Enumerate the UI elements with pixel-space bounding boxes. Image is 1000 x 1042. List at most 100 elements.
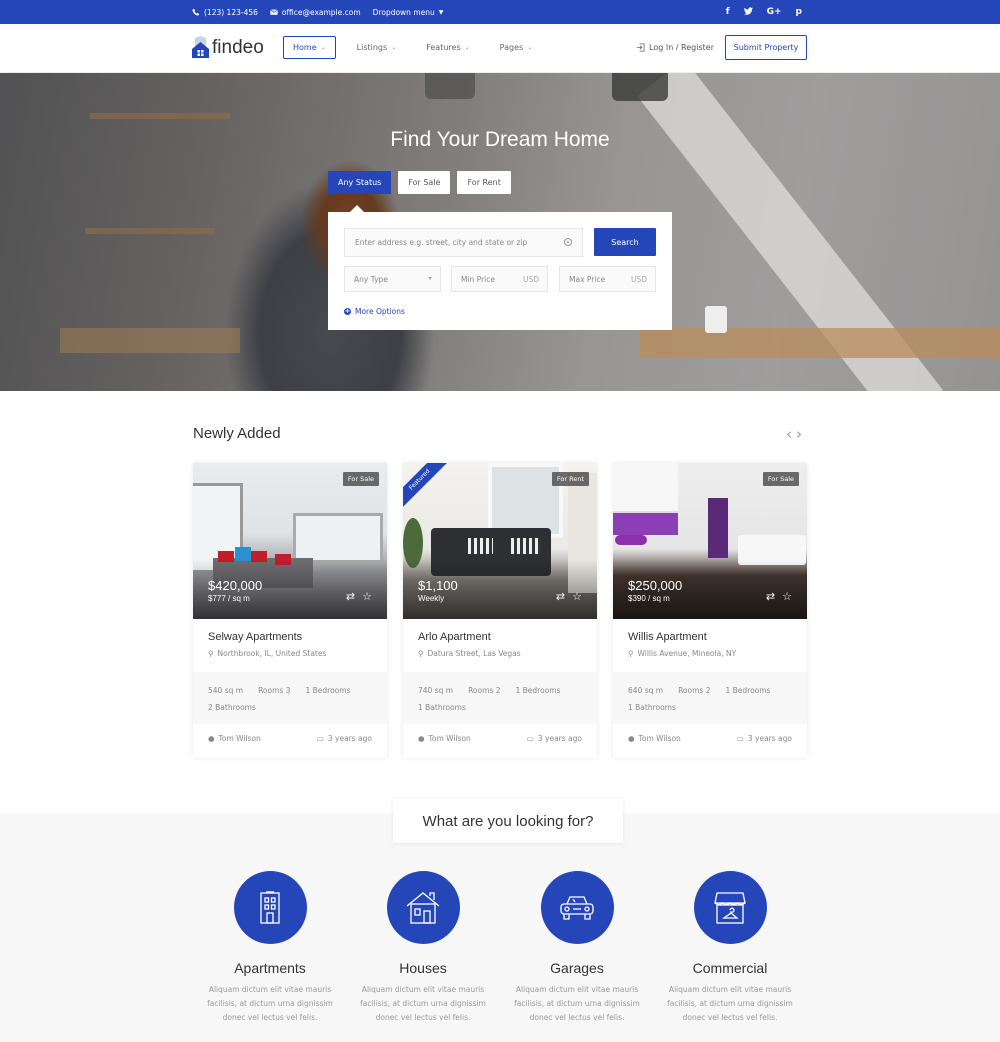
facebook-icon[interactable]: f: [726, 7, 730, 17]
pinterest-icon[interactable]: p: [796, 7, 802, 17]
compare-icon[interactable]: ⇄: [346, 590, 355, 603]
search-button[interactable]: Search: [594, 228, 656, 256]
listing-name[interactable]: Selway Apartments: [208, 631, 302, 643]
listing-agent[interactable]: ● Tom Wilson: [628, 734, 681, 743]
listing-date: ▭ 3 years ago: [316, 734, 372, 743]
chevron-down-icon: ⌄: [464, 44, 470, 51]
star-icon[interactable]: ☆: [362, 590, 372, 603]
locate-icon[interactable]: [564, 238, 572, 246]
user-icon: ●: [628, 734, 635, 743]
nav-item-features[interactable]: Features ⌄: [417, 36, 478, 59]
chevron-down-icon: ⌄: [391, 44, 397, 51]
address-input[interactable]: Enter address e.g. street, city and stat…: [344, 228, 583, 257]
category-circle[interactable]: [693, 871, 767, 944]
google-plus-icon[interactable]: G+: [767, 7, 782, 17]
listing-photo[interactable]: For Sale $420,000 $777 / sq m ⇄ ☆: [193, 463, 387, 619]
spec-rooms: Rooms 3: [258, 686, 291, 695]
max-price-input[interactable]: Max Price USD: [559, 266, 656, 292]
map-marker-icon: ⚲: [208, 649, 214, 658]
hero-bg-shelf: [90, 113, 230, 119]
plus-circle-icon: +: [344, 307, 351, 315]
sign-in-icon: [636, 43, 645, 52]
spec-bedrooms: 1 Bedrooms: [725, 686, 771, 695]
status-badge: For Rent: [551, 472, 589, 486]
email-contact[interactable]: office@example.com: [270, 8, 361, 17]
listing-location: ⚲ Northbrook, IL, United States: [208, 649, 327, 658]
min-price-input[interactable]: Min Price USD: [451, 266, 548, 292]
carousel-nav: ‹ ›: [786, 425, 802, 443]
spec-area: 540 sq m: [208, 686, 244, 695]
map-marker-icon: ⚲: [628, 649, 634, 658]
panel-pointer: [350, 205, 364, 212]
listing-card[interactable]: For Sale $250,000 $390 / sq m ⇄ ☆ Willis…: [613, 463, 807, 758]
listing-location: ⚲ Willis Avenue, Mineola, NY: [628, 649, 737, 658]
listing-price-sub: $777 / sq m: [208, 594, 250, 603]
more-options-link[interactable]: + More Options: [344, 307, 405, 316]
listing-price-sub: $390 / sq m: [628, 594, 670, 603]
listing-specs: 640 sq m Rooms 2 1 Bedrooms 1 Bathrooms: [613, 672, 807, 724]
main-nav: Home ⌄ Listings ⌄ Features ⌄ Pages ⌄: [283, 36, 553, 59]
nav-item-home[interactable]: Home ⌄: [283, 36, 336, 59]
listing-date: ▭ 3 years ago: [526, 734, 582, 743]
listing-price-sub: Weekly: [418, 594, 445, 603]
listing-agent[interactable]: ● Tom Wilson: [418, 734, 471, 743]
category-circle[interactable]: [233, 871, 307, 944]
tab-any-status[interactable]: Any Status: [328, 171, 392, 194]
calendar-icon: ▭: [736, 734, 744, 743]
compare-icon[interactable]: ⇄: [766, 590, 775, 603]
logo[interactable]: findeo: [192, 36, 264, 58]
logo-text: findeo: [212, 37, 264, 58]
status-badge: For Sale: [762, 472, 799, 486]
twitter-icon[interactable]: [743, 6, 753, 18]
listing-card[interactable]: For Sale $420,000 $777 / sq m ⇄ ☆ Selway…: [193, 463, 387, 758]
category-desc: Aliquam dictum elit vitae mauris facilis…: [514, 985, 640, 1022]
listing-agent[interactable]: ● Tom Wilson: [208, 734, 261, 743]
hero-bg-shelf: [85, 228, 215, 234]
star-icon[interactable]: ☆: [782, 590, 792, 603]
status-badge: For Sale: [342, 472, 379, 486]
dropdown-menu[interactable]: Dropdown menu ▼: [373, 8, 444, 17]
calendar-icon: ▭: [316, 734, 324, 743]
house-logo-icon: [192, 36, 209, 58]
star-icon[interactable]: ☆: [572, 590, 582, 603]
listing-name[interactable]: Arlo Apartment: [418, 631, 491, 643]
hero-bg-counter: [640, 328, 1000, 358]
status-tabs: Any Status For Sale For Rent: [328, 171, 511, 194]
category-apartments[interactable]: Apartments Aliquam dictum elit vitae mau…: [195, 871, 345, 1025]
looking-for-section: [0, 813, 1000, 1042]
category-title: Garages: [550, 960, 604, 976]
listing-name[interactable]: Willis Apartment: [628, 631, 707, 643]
category-circle[interactable]: [386, 871, 460, 944]
category-garages[interactable]: Garages Aliquam dictum elit vitae mauris…: [502, 871, 652, 1025]
chevron-down-icon: ⌄: [320, 44, 326, 51]
listing-photo[interactable]: Featured For Rent $1,100 Weekly ⇄ ☆: [403, 463, 597, 619]
compare-icon[interactable]: ⇄: [556, 590, 565, 603]
phone-contact[interactable]: (123) 123-456: [192, 8, 258, 17]
listing-date: ▭ 3 years ago: [736, 734, 792, 743]
category-desc: Aliquam dictum elit vitae mauris facilis…: [207, 985, 333, 1022]
spec-rooms: Rooms 2: [468, 686, 501, 695]
chevron-right-icon[interactable]: ›: [796, 425, 802, 443]
category-desc: Aliquam dictum elit vitae mauris facilis…: [360, 985, 486, 1022]
tab-for-sale[interactable]: For Sale: [398, 171, 451, 194]
login-register-link[interactable]: Log In / Register: [636, 36, 714, 59]
category-commercial[interactable]: Commercial Aliquam dictum elit vitae mau…: [655, 871, 805, 1025]
category-circle[interactable]: [540, 871, 614, 944]
currency-label: USD: [630, 274, 647, 284]
submit-property-button[interactable]: Submit Property: [725, 35, 807, 60]
listing-specs: 540 sq m Rooms 3 1 Bedrooms 2 Bathrooms: [193, 672, 387, 724]
listing-photo[interactable]: For Sale $250,000 $390 / sq m ⇄ ☆: [613, 463, 807, 619]
chevron-left-icon[interactable]: ‹: [786, 425, 792, 443]
section-title-newly-added: Newly Added: [193, 425, 281, 442]
listing-actions: ⇄ ☆: [766, 590, 792, 603]
tab-for-rent[interactable]: For Rent: [457, 171, 511, 194]
nav-item-listings[interactable]: Listings ⌄: [348, 36, 406, 59]
nav-item-pages[interactable]: Pages ⌄: [491, 36, 542, 59]
map-marker-icon: ⚲: [418, 649, 424, 658]
type-select[interactable]: Any Type: [344, 266, 441, 292]
phone-icon: [192, 8, 200, 16]
listing-card[interactable]: Featured For Rent $1,100 Weekly ⇄ ☆ Arlo…: [403, 463, 597, 758]
hero-title: Find Your Dream Home: [390, 128, 610, 151]
chevron-down-icon: ⌄: [527, 44, 533, 51]
category-houses[interactable]: Houses Aliquam dictum elit vitae mauris …: [348, 871, 498, 1025]
